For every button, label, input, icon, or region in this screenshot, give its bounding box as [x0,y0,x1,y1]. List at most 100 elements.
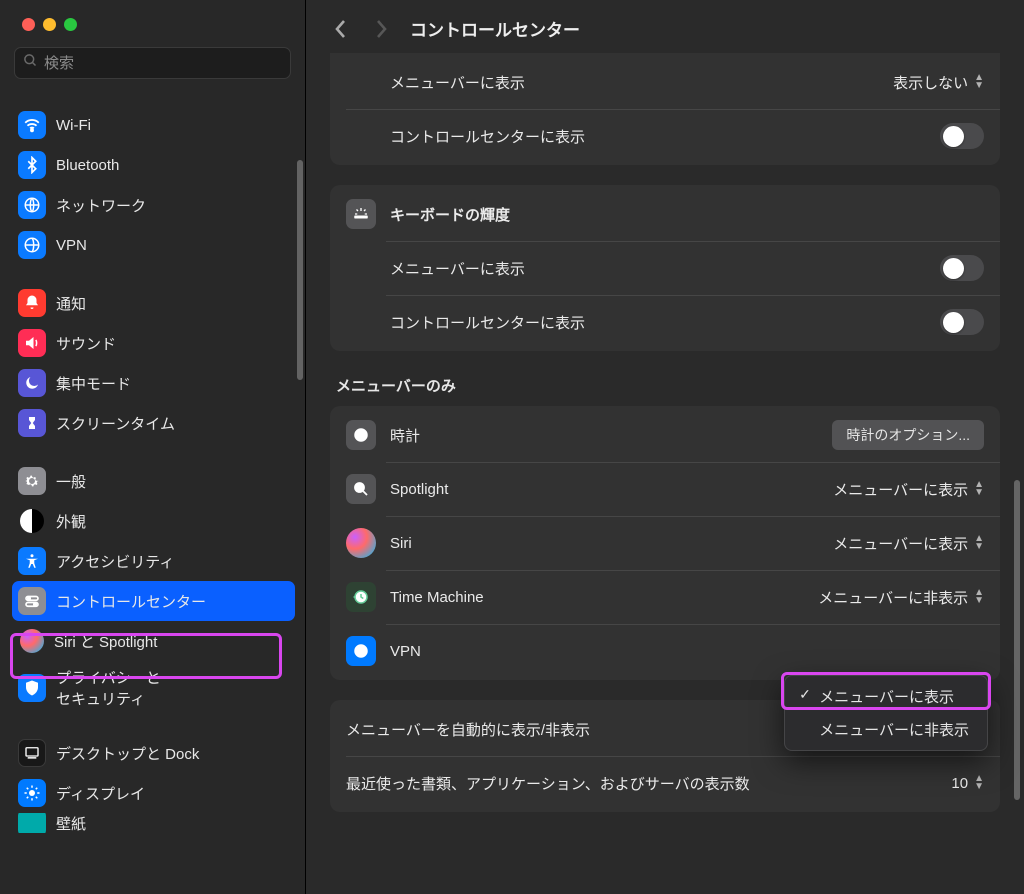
window-controls [0,0,305,47]
page-title: コントロールセンター [410,16,580,41]
chevron-updown-icon: ▲▼ [974,589,984,605]
sidebar-label: 通知 [56,293,86,314]
spacer-icon [346,253,376,283]
recent-count-dropdown[interactable]: 10 ▲▼ [951,775,984,792]
row-label: Spotlight [390,481,819,498]
main-header: コントロールセンター [306,0,1024,53]
sidebar-item-network[interactable]: ネットワーク [12,185,295,225]
sidebar-item-siri-spotlight[interactable]: Siri と Spotlight [12,621,295,661]
spacer-icon [346,67,376,97]
back-button[interactable] [330,18,352,40]
main-scrollbar[interactable] [1014,480,1020,800]
row-label: Time Machine [390,589,804,606]
spotlight-icon [346,474,376,504]
dropdown-value: メニューバーに非表示 [818,587,968,608]
dropdown-value: メニューバーに表示 [833,533,968,554]
spacer-icon [346,121,376,151]
row-label: VPN [390,643,770,660]
chevron-updown-icon: ▲▼ [974,74,984,90]
close-window-button[interactable] [22,18,35,31]
sidebar-label: 外観 [56,511,86,532]
sidebar-item-screentime[interactable]: スクリーンタイム [12,403,295,443]
dropdown-value: 表示しない [893,72,968,93]
sidebar-label: サウンド [56,333,116,354]
card-menubar-only: 時計 時計のオプション... Spotlight メニューバーに表示 ▲▼ Si… [330,406,1000,680]
vpn-icon [18,231,46,259]
row-label: Siri [390,535,819,552]
clock-options-button[interactable]: 時計のオプション... [832,420,984,450]
sidebar-item-wallpaper[interactable]: 壁紙 [12,813,295,833]
sidebar-label: デスクトップと Dock [56,743,199,764]
sidebar-scrollbar[interactable] [297,160,303,380]
menu-item-show-in-menubar[interactable]: ✓ メニューバーに表示 [789,680,983,713]
row-label: 最近使った書類、アプリケーション、およびサーバの表示数 [346,773,937,794]
wallpaper-icon [18,813,46,833]
minimize-window-button[interactable] [43,18,56,31]
tm-dropdown[interactable]: メニューバーに非表示 ▲▼ [818,587,984,608]
clock-icon [346,420,376,450]
row-kb-menubar: メニューバーに表示 [330,241,1000,295]
sidebar-label: ディスプレイ [56,783,145,804]
search-box[interactable] [14,47,291,79]
spotlight-dropdown[interactable]: メニューバーに表示 ▲▼ [833,479,984,500]
row-label: 時計 [390,425,818,446]
dropdown-value: 10 [951,775,968,792]
sidebar-label: プライバシーと セキュリティ [56,667,161,709]
toggle-kb-menubar[interactable] [940,255,984,281]
toggle-kb-cc[interactable] [940,309,984,335]
sidebar-item-appearance[interactable]: 外観 [12,501,295,541]
siri-icon [346,528,376,558]
row-kb-cc: コントロールセンターに表示 [330,295,1000,349]
row-cc-show: コントロールセンターに表示 [330,109,1000,163]
sidebar-label: VPN [56,237,87,254]
dropdown-show-option[interactable]: 表示しない ▲▼ [893,72,984,93]
sidebar-label: Bluetooth [56,157,119,174]
menu-item-hide-in-menubar[interactable]: メニューバーに非表示 [789,713,983,746]
row-timemachine: Time Machine メニューバーに非表示 ▲▼ [330,570,1000,624]
keyboard-brightness-icon [346,199,376,229]
sidebar-item-privacy[interactable]: プライバシーと セキュリティ [12,661,295,715]
row-clock: 時計 時計のオプション... [330,408,1000,462]
row-label: メニューバーに表示 [390,72,879,93]
row-recent-count: 最近使った書類、アプリケーション、およびサーバの表示数 10 ▲▼ [330,756,1000,810]
siri-dropdown[interactable]: メニューバーに表示 ▲▼ [833,533,984,554]
row-vpn: VPN [330,624,1000,678]
sidebar-item-vpn[interactable]: VPN [12,225,295,265]
wifi-icon [18,111,46,139]
sidebar-list: Wi-Fi Bluetooth ネットワーク VPN [0,87,305,894]
sidebar-item-general[interactable]: 一般 [12,461,295,501]
sidebar-item-notifications[interactable]: 通知 [12,283,295,323]
toggle-cc-show[interactable] [940,123,984,149]
bluetooth-icon [18,151,46,179]
main-content: コントロールセンター メニューバーに表示 表示しない ▲▼ コントロールセンター… [306,0,1024,894]
notifications-icon [18,289,46,317]
appearance-icon [20,509,44,533]
sidebar-item-wifi[interactable]: Wi-Fi [12,105,295,145]
network-icon [18,191,46,219]
timemachine-icon [346,582,376,612]
sidebar-item-control-center[interactable]: コントロールセンター [12,581,295,621]
sidebar-item-bluetooth[interactable]: Bluetooth [12,145,295,185]
chevron-updown-icon: ▲▼ [974,481,984,497]
sidebar-item-sound[interactable]: サウンド [12,323,295,363]
row-label: コントロールセンターに表示 [390,312,926,333]
sidebar-item-focus[interactable]: 集中モード [12,363,295,403]
spacer-icon [346,307,376,337]
forward-button[interactable] [370,18,392,40]
fullscreen-window-button[interactable] [64,18,77,31]
card-partial-top: メニューバーに表示 表示しない ▲▼ コントロールセンターに表示 [330,53,1000,165]
dropdown-value: メニューバーに表示 [833,479,968,500]
sidebar-item-display[interactable]: ディスプレイ [12,773,295,813]
sidebar-label: Siri と Spotlight [54,631,157,652]
privacy-icon [18,674,46,702]
sidebar-label: 一般 [56,471,86,492]
row-keyboard-header: キーボードの輝度 [330,187,1000,241]
sidebar-item-desktop-dock[interactable]: デスクトップと Dock [12,733,295,773]
desktop-icon [18,739,46,767]
row-label: メニューバーを自動的に表示/非表示 [346,719,805,740]
row-label: キーボードの輝度 [390,204,984,225]
sidebar-item-accessibility[interactable]: アクセシビリティ [12,541,295,581]
sidebar-label: 集中モード [56,373,131,394]
search-input[interactable] [44,55,282,72]
menu-item-label: メニューバーに表示 [819,689,954,706]
